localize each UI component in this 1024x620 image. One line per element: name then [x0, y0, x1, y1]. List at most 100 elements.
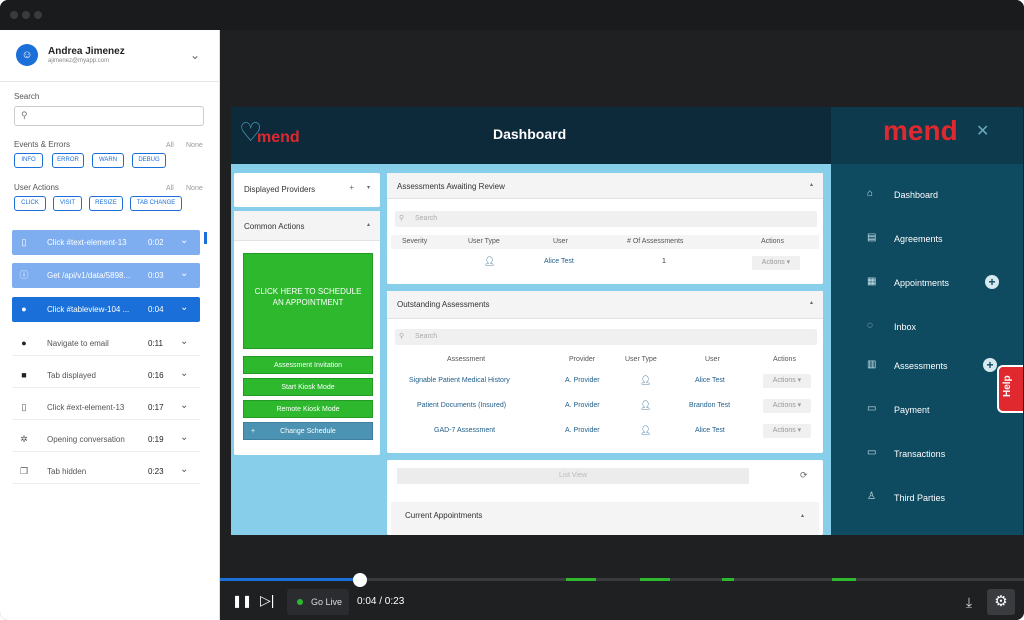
- timeline-scrubber[interactable]: [353, 573, 367, 587]
- timeline-progress: [220, 578, 360, 581]
- filter-resize[interactable]: RESIZE: [89, 196, 123, 211]
- chevron-down-icon[interactable]: ⌄: [180, 400, 188, 411]
- actions-none-link[interactable]: None: [186, 185, 203, 192]
- col-user: User: [553, 238, 568, 245]
- go-live-button[interactable]: Go Live: [287, 589, 349, 615]
- activity-marker[interactable]: [832, 578, 856, 581]
- caret-down-icon[interactable]: ▾: [367, 184, 370, 191]
- assessment-invitation-button[interactable]: Assessment Invitation: [243, 356, 373, 374]
- window-minimize-dot[interactable]: [22, 11, 30, 19]
- search-input[interactable]: ⚲ Search: [395, 211, 817, 227]
- change-schedule-button[interactable]: + Change Schedule: [243, 422, 373, 440]
- col-assessments: # Of Assessments: [627, 238, 684, 245]
- filter-info[interactable]: INFO: [14, 153, 43, 168]
- add-assessment-icon[interactable]: +: [983, 358, 997, 372]
- person-icon: 👤︎: [640, 400, 652, 410]
- current-appointments-header: Current Appointments ▴: [391, 502, 819, 535]
- actions-dropdown[interactable]: Actions ▾: [763, 399, 811, 413]
- nav-item-transactions[interactable]: ▭ Transactions: [831, 444, 1023, 464]
- nav-item-third-parties[interactable]: ♙ Third Parties: [831, 488, 1023, 508]
- activity-marker[interactable]: [566, 578, 596, 581]
- chevron-down-icon[interactable]: ⌄: [180, 464, 188, 475]
- cell-assessment[interactable]: Signable Patient Medical History: [409, 377, 510, 384]
- filter-warn[interactable]: WARN: [92, 153, 124, 168]
- nav-item-inbox[interactable]: ◌ Inbox: [831, 317, 1023, 337]
- event-text: Click #ext-element-13: [47, 403, 125, 412]
- cell-user[interactable]: Brandon Test: [689, 402, 730, 409]
- event-item[interactable]: ⓘ Get /api/v1/data/5898... 0:03 ⌄: [12, 263, 200, 288]
- caret-up-icon[interactable]: ▴: [810, 299, 813, 306]
- help-tab[interactable]: Help: [997, 365, 1023, 413]
- actions-all-link[interactable]: All: [166, 185, 174, 192]
- event-item[interactable]: ❐ Tab hidden 0:23 ⌄: [12, 459, 200, 484]
- card-header: Outstanding Assessments ▴: [387, 291, 823, 319]
- actions-dropdown[interactable]: Actions ▾: [763, 424, 811, 438]
- nav-item-dashboard[interactable]: ⌂ Dashboard: [831, 185, 1023, 205]
- nav-item-appointments[interactable]: ▦ Appointments +: [831, 273, 1023, 293]
- gear-icon[interactable]: ⚙: [987, 589, 1015, 615]
- nav-item-payment[interactable]: ▭ Payment: [831, 400, 1023, 420]
- filter-click[interactable]: CLICK: [14, 196, 46, 211]
- activity-marker[interactable]: [640, 578, 670, 581]
- nav-item-agreements[interactable]: ▤ Agreements: [831, 229, 1023, 249]
- close-icon[interactable]: ✕: [976, 121, 989, 141]
- start-kiosk-button[interactable]: Start Kiosk Mode: [243, 378, 373, 396]
- awaiting-review-card: Assessments Awaiting Review ▴ ⚲ Search S…: [387, 173, 823, 284]
- search-input[interactable]: ⚲ Search: [395, 329, 817, 345]
- cell-user[interactable]: Alice Test: [695, 377, 725, 384]
- user-header[interactable]: ☺ Andrea Jimenez ajimenez@myapp.com ⌄: [0, 30, 220, 82]
- remote-kiosk-button[interactable]: Remote Kiosk Mode: [243, 400, 373, 418]
- filter-debug[interactable]: DEBUG: [132, 153, 166, 168]
- event-time: 0:03: [148, 271, 164, 280]
- filter-visit[interactable]: VISIT: [53, 196, 82, 211]
- cell-assessment[interactable]: GAD-7 Assessment: [434, 427, 495, 434]
- cell-user[interactable]: Alice Test: [544, 258, 574, 265]
- event-item[interactable]: ● Navigate to email 0:11 ⌄: [12, 331, 200, 356]
- event-text: Click #tableview-104 ...: [47, 305, 130, 314]
- actions-dropdown[interactable]: Actions ▾: [752, 256, 800, 270]
- cell-assessment[interactable]: Patient Documents (Insured): [417, 402, 506, 409]
- nav-label: Appointments: [894, 278, 950, 288]
- chevron-down-icon[interactable]: ⌄: [180, 432, 188, 443]
- card-title: Displayed Providers: [244, 185, 316, 194]
- add-appointment-icon[interactable]: +: [985, 275, 999, 289]
- nav-item-assessments[interactable]: ▥ Assessments +: [831, 356, 1023, 376]
- events-all-link[interactable]: All: [166, 142, 174, 149]
- cell-user[interactable]: Alice Test: [695, 427, 725, 434]
- event-item[interactable]: ✲ Opening conversation 0:19 ⌄: [12, 427, 200, 452]
- search-input[interactable]: ⚲: [14, 106, 204, 126]
- user-email: ajimenez@myapp.com: [48, 58, 110, 64]
- caret-up-icon[interactable]: ▴: [810, 181, 813, 188]
- tab-icon: ■: [21, 370, 27, 380]
- plus-icon: +: [251, 428, 256, 435]
- schedule-appointment-button[interactable]: CLICK HERE TO SCHEDULE AN APPOINTMENT: [243, 253, 373, 349]
- chevron-down-icon[interactable]: ⌄: [190, 48, 200, 62]
- chevron-down-icon[interactable]: ⌄: [180, 235, 188, 246]
- scrollbar-thumb[interactable]: [204, 232, 207, 244]
- caret-up-icon[interactable]: ▴: [367, 221, 370, 228]
- actions-dropdown[interactable]: Actions ▾: [763, 374, 811, 388]
- event-item-selected[interactable]: ● Click #tableview-104 ... 0:04 ⌄: [12, 297, 200, 322]
- list-view-toggle[interactable]: List View: [397, 468, 749, 484]
- window-maximize-dot[interactable]: [34, 11, 42, 19]
- chevron-down-icon[interactable]: ⌄: [180, 268, 188, 279]
- caret-up-icon[interactable]: ▴: [801, 512, 804, 519]
- events-none-link[interactable]: None: [186, 142, 203, 149]
- chevron-down-icon[interactable]: ⌄: [180, 368, 188, 379]
- plus-icon[interactable]: +: [349, 183, 354, 192]
- window-close-dot[interactable]: [10, 11, 18, 19]
- event-item[interactable]: ■ Tab displayed 0:16 ⌄: [12, 363, 200, 388]
- filter-tab-change[interactable]: TAB CHANGE: [130, 196, 182, 211]
- live-dot-icon: [297, 599, 303, 605]
- pause-icon[interactable]: ❚❚: [232, 594, 252, 608]
- refresh-icon[interactable]: ⟳: [800, 470, 808, 481]
- event-item[interactable]: ▯ Click #text-element-13 0:02 ⌄: [12, 230, 200, 255]
- chevron-down-icon[interactable]: ⌄: [180, 302, 188, 313]
- chevron-down-icon[interactable]: ⌄: [180, 336, 188, 347]
- download-icon[interactable]: ⤓: [956, 589, 982, 615]
- skip-forward-icon[interactable]: ▷|: [260, 592, 278, 610]
- event-item[interactable]: ▯ Click #ext-element-13 0:17 ⌄: [12, 395, 200, 420]
- filter-error[interactable]: ERROR: [52, 153, 84, 168]
- displayed-providers-card[interactable]: Displayed Providers + ▾: [234, 173, 380, 207]
- activity-marker[interactable]: [722, 578, 734, 581]
